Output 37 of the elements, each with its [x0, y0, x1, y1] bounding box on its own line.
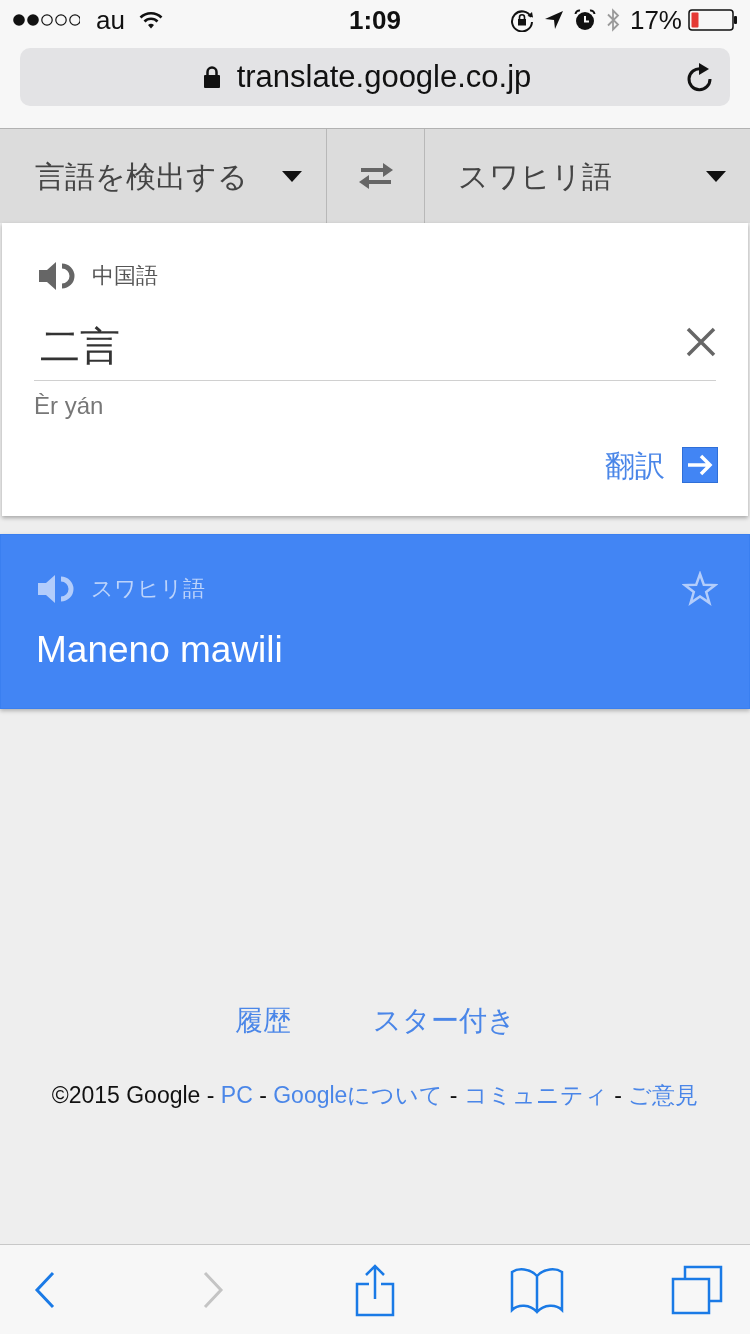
- share-icon[interactable]: [355, 1262, 395, 1317]
- reload-icon[interactable]: [686, 62, 714, 92]
- back-icon[interactable]: [34, 1270, 56, 1309]
- footer-link[interactable]: コミュニティ: [463, 1082, 608, 1108]
- romanization-text: Èr yán: [34, 391, 105, 421]
- language-label: スワヒリ語: [91, 575, 205, 603]
- footer-link[interactable]: ご意見: [628, 1082, 699, 1108]
- signal-icon: [12, 13, 80, 27]
- tabs-icon[interactable]: [671, 1264, 723, 1315]
- source-text-field[interactable]: 二言: [34, 311, 716, 381]
- star-icon[interactable]: [682, 571, 718, 607]
- target-language-dropdown[interactable]: スワヒリ語: [425, 129, 750, 223]
- close-icon[interactable]: [686, 326, 716, 357]
- bluetooth-icon: [605, 7, 620, 33]
- alarm-clock-icon: [573, 9, 596, 31]
- battery-icon: [688, 9, 738, 31]
- swap-arrows-icon[interactable]: [357, 163, 394, 189]
- footer-link[interactable]: スター付き: [372, 1001, 516, 1041]
- source-language-dropdown[interactable]: 言語を検出する: [0, 129, 326, 223]
- translation-text: Maneno mawili: [36, 628, 284, 672]
- language-label: 中国語: [92, 262, 158, 290]
- footer-link[interactable]: Googleについて: [273, 1082, 444, 1108]
- translate-button[interactable]: 翻訳: [605, 447, 718, 483]
- time-text: 1:09: [348, 5, 401, 35]
- caret-icon: [282, 170, 302, 182]
- battery-percent-text: 17%: [629, 5, 682, 35]
- footer-text: ©2015 Google - PC - Googleについて - コミュニティ - ご意見: [50, 1081, 700, 1110]
- footer-link[interactable]: PC: [220, 1082, 253, 1108]
- wifi-icon: [138, 11, 163, 29]
- lock-icon: [202, 65, 221, 89]
- orientation-lock-icon: [509, 8, 534, 32]
- address-bar[interactable]: translate.google.co.jp: [20, 48, 730, 106]
- carrier-text: au: [96, 5, 125, 35]
- footer-link[interactable]: 履歴: [234, 1001, 291, 1041]
- location-arrow-icon: [543, 10, 564, 30]
- book-icon[interactable]: [510, 1265, 564, 1314]
- caret-icon: [706, 170, 726, 182]
